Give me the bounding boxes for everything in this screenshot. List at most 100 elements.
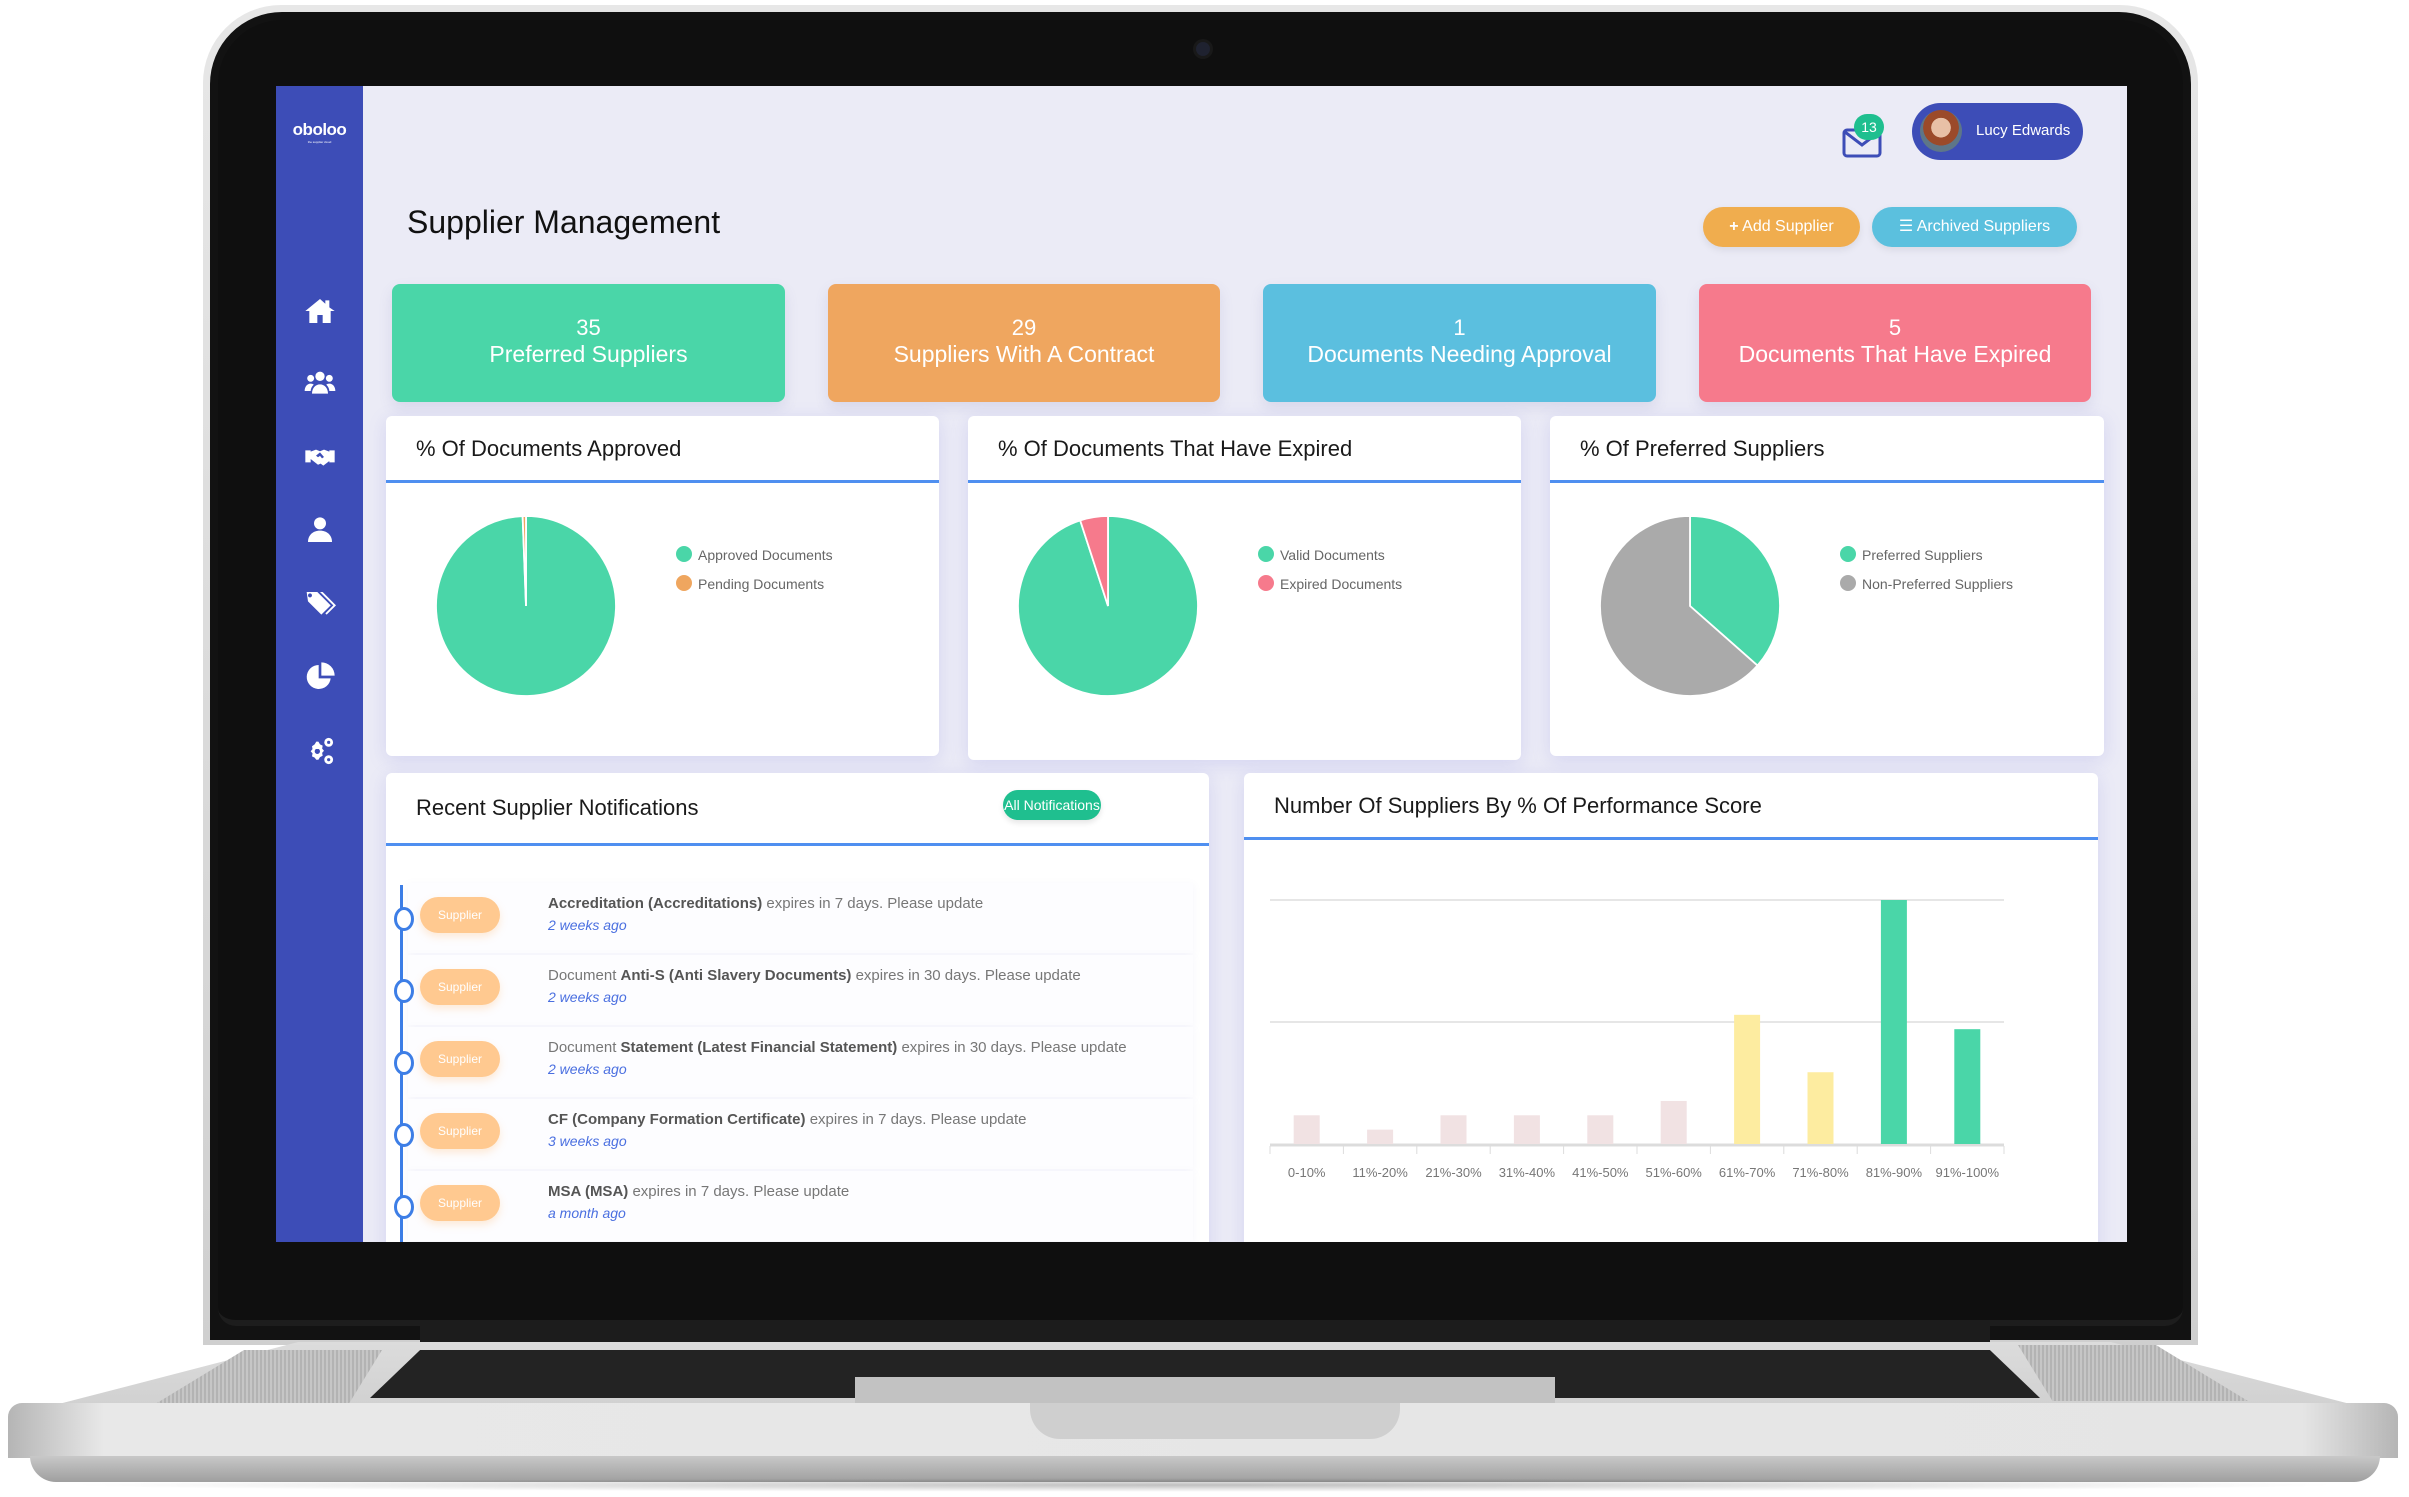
- performance-score-card: Number Of Suppliers By % Of Performance …: [1244, 773, 2098, 1242]
- stat-label: Preferred Suppliers: [489, 341, 688, 367]
- stat-card-suppliers-with-contract[interactable]: 29 Suppliers With A Contract: [828, 284, 1220, 402]
- notification-message: MSA (MSA) expires in 7 days. Please upda…: [548, 1183, 849, 1200]
- timeline-node: [394, 1123, 414, 1147]
- bar-0-10%[interactable]: [1293, 1115, 1320, 1144]
- bar-31%-40%[interactable]: [1513, 1115, 1540, 1144]
- notification-message: Document Statement (Latest Financial Sta…: [548, 1039, 1127, 1056]
- sidebar-item-categories[interactable]: [304, 588, 336, 620]
- notification-item[interactable]: Supplier Document Statement (Latest Finan…: [394, 1027, 1193, 1097]
- add-supplier-label: Add Supplier: [1742, 218, 1834, 235]
- document-name: MSA (MSA): [548, 1183, 629, 1200]
- x-tick-label: 21%-30%: [1425, 1165, 1482, 1180]
- app-logo-tagline: the supplier cloud: [307, 140, 332, 144]
- notification-time: 3 weeks ago: [548, 1133, 627, 1149]
- sidebar-item-suppliers[interactable]: [304, 367, 336, 399]
- notification-tag: Supplier: [420, 1185, 500, 1221]
- lid-opening-notch: [1030, 1403, 1400, 1439]
- card-title: % Of Documents That Have Expired: [998, 436, 1353, 461]
- bar-71%-80%[interactable]: [1807, 1072, 1834, 1144]
- preferred-suppliers-pie: [1600, 516, 1780, 696]
- x-tick-label: 51%-60%: [1646, 1165, 1703, 1180]
- notification-time: a month ago: [548, 1205, 626, 1221]
- home-icon: [305, 299, 335, 323]
- stat-value: 29: [1011, 315, 1037, 340]
- legend-swatch: [676, 575, 692, 591]
- notification-time: 2 weeks ago: [548, 917, 627, 933]
- all-notifications-button[interactable]: All Notifications: [1003, 790, 1101, 820]
- user-menu[interactable]: Lucy Edwards: [1912, 103, 2083, 160]
- app-screen: oboloo the supplier cloud 13 Lucy Edward…: [276, 86, 2127, 1242]
- message-suffix: expires in 30 days. Please update: [897, 1039, 1127, 1056]
- document-name: Anti-S (Anti Slavery Documents): [620, 967, 852, 984]
- user-name: Lucy Edwards: [1976, 122, 2071, 139]
- pie-chart-icon: [306, 662, 335, 689]
- handshake-icon: [305, 449, 335, 466]
- legend-label: Pending Documents: [698, 576, 825, 592]
- bar-41%-50%[interactable]: [1587, 1115, 1614, 1144]
- stat-card-preferred-suppliers[interactable]: 35 Preferred Suppliers: [392, 284, 785, 402]
- app-logo[interactable]: oboloo: [276, 120, 363, 140]
- stat-card-documents-expired[interactable]: 5 Documents That Have Expired: [1699, 284, 2091, 402]
- message-suffix: expires in 7 days. Please update: [628, 1183, 850, 1200]
- sidebar-item-home[interactable]: [304, 295, 336, 327]
- card-divider: [386, 843, 1209, 846]
- sidebar-item-contracts[interactable]: [304, 441, 336, 473]
- user-icon: [308, 517, 332, 542]
- legend-item[interactable]: Pending Documents: [676, 570, 833, 599]
- x-tick-label: 91%-100%: [1935, 1165, 1999, 1180]
- card-divider: [1244, 837, 2098, 840]
- bar-61%-70%[interactable]: [1734, 1014, 1761, 1144]
- bar-21%-30%[interactable]: [1440, 1115, 1467, 1144]
- message-suffix: expires in 7 days. Please update: [805, 1111, 1027, 1128]
- notification-time: 2 weeks ago: [548, 1061, 627, 1077]
- stat-label: Suppliers With A Contract: [893, 341, 1155, 367]
- legend-swatch: [676, 546, 692, 562]
- timeline-node: [394, 1051, 414, 1075]
- stat-card-documents-needing-approval[interactable]: 1 Documents Needing Approval: [1263, 284, 1656, 402]
- stat-label: Documents That Have Expired: [1738, 341, 2052, 367]
- card-divider: [386, 480, 939, 483]
- preferred-suppliers-card: % Of Preferred Suppliers Preferred Suppl…: [1550, 416, 2104, 756]
- stat-value: 35: [576, 315, 601, 340]
- legend-swatch: [1840, 546, 1856, 562]
- notification-message: Document Anti-S (Anti Slavery Documents)…: [548, 967, 1081, 984]
- card-divider: [968, 480, 1521, 483]
- legend-item[interactable]: Valid Documents: [1258, 541, 1402, 570]
- legend-item[interactable]: Preferred Suppliers: [1840, 541, 2013, 570]
- legend-item[interactable]: Approved Documents: [676, 541, 833, 570]
- document-name: Accreditation (Accreditations): [548, 895, 763, 912]
- x-tick-label: 31%-40%: [1499, 1165, 1556, 1180]
- sidebar-item-reports[interactable]: [304, 661, 336, 693]
- avatar: [1920, 110, 1962, 152]
- notification-time: 2 weeks ago: [548, 989, 627, 1005]
- page-title: Supplier Management: [407, 204, 721, 240]
- sidebar-item-users[interactable]: [304, 514, 336, 546]
- legend-item[interactable]: Expired Documents: [1258, 570, 1402, 599]
- list-icon: ☰: [1898, 218, 1914, 235]
- gears-icon: [310, 737, 334, 765]
- laptop-hinge: [420, 1320, 1990, 1344]
- x-tick-label: 61%-70%: [1719, 1165, 1776, 1180]
- notification-item[interactable]: Supplier Document Anti-S (Anti Slavery Do…: [394, 955, 1193, 1025]
- bar-51%-60%[interactable]: [1660, 1100, 1687, 1144]
- sidebar-item-settings[interactable]: [304, 735, 336, 767]
- x-tick-label: 0-10%: [1288, 1165, 1326, 1180]
- notification-tag: Supplier: [420, 969, 500, 1005]
- bar-11%-20%[interactable]: [1367, 1129, 1394, 1144]
- document-name: Statement (Latest Financial Statement): [620, 1039, 898, 1056]
- document-name: CF (Company Formation Certificate): [548, 1111, 806, 1128]
- laptop-shadow: [60, 1478, 2350, 1492]
- legend-item[interactable]: Non-Preferred Suppliers: [1840, 570, 2013, 599]
- message-suffix: expires in 7 days. Please update: [762, 895, 984, 912]
- notification-item[interactable]: Supplier MSA (MSA) expires in 7 days. Ple…: [394, 1171, 1193, 1241]
- archived-suppliers-button[interactable]: ☰ Archived Suppliers: [1872, 207, 2077, 247]
- plus-icon: +: [1729, 218, 1739, 235]
- bar-81%-90%[interactable]: [1880, 900, 1907, 1144]
- notification-item[interactable]: Supplier Accreditation (Accreditations) e…: [394, 883, 1193, 953]
- add-supplier-button[interactable]: + Add Supplier: [1703, 207, 1860, 247]
- x-tick-label: 81%-90%: [1866, 1165, 1923, 1180]
- message-prefix: Document: [548, 967, 621, 984]
- notification-item[interactable]: Supplier CF (Company Formation Certificat…: [394, 1099, 1193, 1169]
- chart-legend: Preferred Suppliers Non-Preferred Suppli…: [1840, 541, 2013, 599]
- bar-91%-100%[interactable]: [1954, 1029, 1981, 1144]
